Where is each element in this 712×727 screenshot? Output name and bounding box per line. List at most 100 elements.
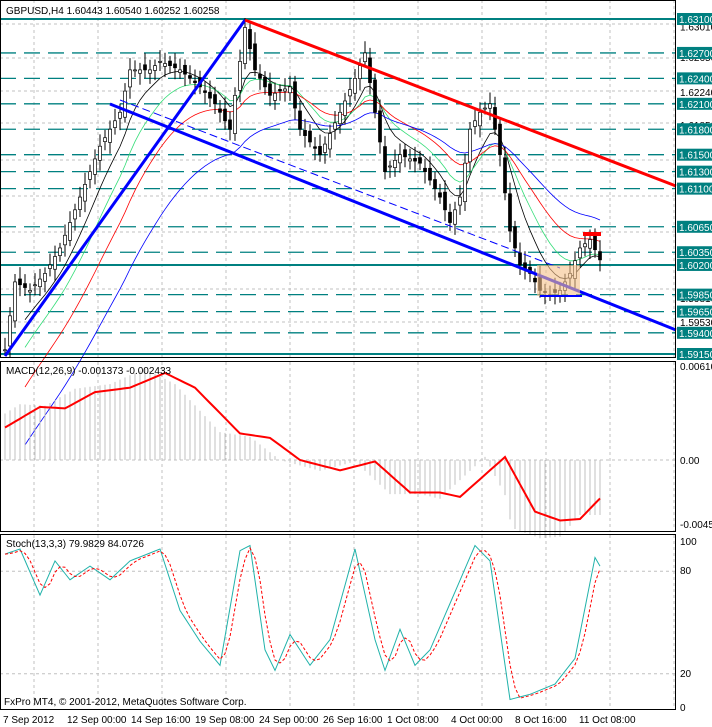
candle-body <box>83 184 87 202</box>
macd-tick: -0.00453 <box>680 520 712 531</box>
candle-body <box>488 103 492 109</box>
candle-body <box>443 191 447 211</box>
candle-body <box>428 167 432 181</box>
candle-body <box>343 100 347 116</box>
macd-panel <box>0 368 676 539</box>
chart-canvas[interactable]: 1.630101.626501.622401.618501.598101.595… <box>0 0 712 727</box>
candle-body <box>18 278 22 286</box>
panel-frames <box>0 0 676 710</box>
candle-body <box>113 120 117 128</box>
time-label: 11 Oct 08:00 <box>579 715 636 726</box>
candle-body <box>438 192 442 198</box>
candle-body <box>413 158 417 162</box>
candle-body <box>313 146 317 149</box>
candle-body <box>183 64 187 75</box>
candle-body <box>448 211 452 223</box>
symbol-header: GBPUSD,H4 1.60443 1.60540 1.60252 1.6025… <box>6 6 220 17</box>
candle-body <box>103 137 107 142</box>
candle-body <box>33 284 37 287</box>
candle-body <box>98 145 102 161</box>
candle-body <box>163 63 167 67</box>
candle-body <box>28 290 32 293</box>
candle-body <box>468 128 472 163</box>
candle-body <box>13 281 17 322</box>
price-level-label: 1.61800 <box>679 125 712 136</box>
candle-body <box>588 239 592 249</box>
candle-body <box>238 61 242 91</box>
price-levels <box>0 18 676 355</box>
candle-body <box>138 69 142 74</box>
candle-body <box>403 149 407 158</box>
candle-body <box>133 69 137 72</box>
candle-body <box>383 146 387 173</box>
consolidation-box[interactable] <box>537 265 580 296</box>
price-level-label: 1.60200 <box>679 261 712 272</box>
candle-body <box>88 171 92 180</box>
candle-body <box>323 143 327 153</box>
time-axis: 7 Sep 2012 12 Sep 00:00 14 Sep 16:00 19 Sep… <box>3 715 636 726</box>
candle-body <box>598 251 602 261</box>
candle-body <box>338 111 342 125</box>
price-level-label: 1.62700 <box>679 49 712 60</box>
price-level-label: 1.60650 <box>679 223 712 234</box>
candle-body <box>208 91 212 99</box>
candle-body <box>398 154 402 164</box>
candle-body <box>298 110 302 130</box>
time-label: 14 Sep 16:00 <box>131 715 191 726</box>
candle-body <box>493 107 497 130</box>
candle-body <box>363 52 367 62</box>
candle-body <box>218 108 222 113</box>
candle-body <box>388 165 392 168</box>
time-label: 7 Sep 2012 <box>3 715 55 726</box>
price-level-label: 1.63100 <box>679 15 712 26</box>
candle-body <box>258 73 262 79</box>
stoch-tick: 20 <box>680 669 692 680</box>
price-axis: 1.630101.626501.622401.618501.598101.595… <box>677 13 712 714</box>
candle-body <box>478 111 482 127</box>
candle-body <box>143 64 147 71</box>
candle-body <box>78 196 82 210</box>
candle-body <box>228 119 232 130</box>
candle-body <box>508 193 512 232</box>
trendline-blue-up[interactable] <box>3 19 247 357</box>
candle-body <box>68 222 72 241</box>
price-level-label: 1.59150 <box>679 350 712 361</box>
candle-body <box>253 43 257 71</box>
candle-body <box>38 278 42 288</box>
stoch-title: Stoch(13,3,3) 79.9829 84.0726 <box>6 539 144 550</box>
candle-body <box>3 349 7 352</box>
candle-body <box>533 277 537 283</box>
price-tick: 1.62240 <box>680 88 712 99</box>
candle-body <box>223 108 227 122</box>
price-level-label: 1.61500 <box>679 151 712 162</box>
candle-body <box>48 264 52 269</box>
candle-body <box>203 90 207 93</box>
candle-body <box>378 110 382 143</box>
chart-window[interactable]: 1.630101.626501.622401.618501.598101.595… <box>0 0 712 727</box>
price-level-label: 1.62100 <box>679 100 712 111</box>
footer-copyright: FxPro MT4, © 2001-2012, MetaQuotes Softw… <box>4 697 246 708</box>
candle-body <box>188 75 192 79</box>
candle-body <box>418 157 422 164</box>
time-label: 8 Oct 16:00 <box>515 715 567 726</box>
candle-body <box>268 83 272 96</box>
candle-body <box>593 234 597 251</box>
trendline-red-down[interactable] <box>244 18 677 188</box>
candle-body <box>498 123 502 156</box>
candle-body <box>373 79 377 113</box>
macd-signal-line <box>4 371 601 522</box>
time-label: 12 Sep 00:00 <box>67 715 127 726</box>
grid <box>0 0 676 710</box>
stoch-tick: 80 <box>680 566 692 577</box>
candle-body <box>43 273 47 282</box>
candle-body <box>23 283 27 288</box>
price-level-label: 1.61300 <box>679 168 712 179</box>
candle-body <box>463 162 467 203</box>
candle-body <box>433 179 437 189</box>
candle-body <box>333 122 337 130</box>
candle-body <box>473 120 477 127</box>
candle-body <box>408 158 412 162</box>
stoch-tick: 0 <box>680 703 686 714</box>
candle-body <box>368 57 372 83</box>
candle-body <box>53 256 57 270</box>
